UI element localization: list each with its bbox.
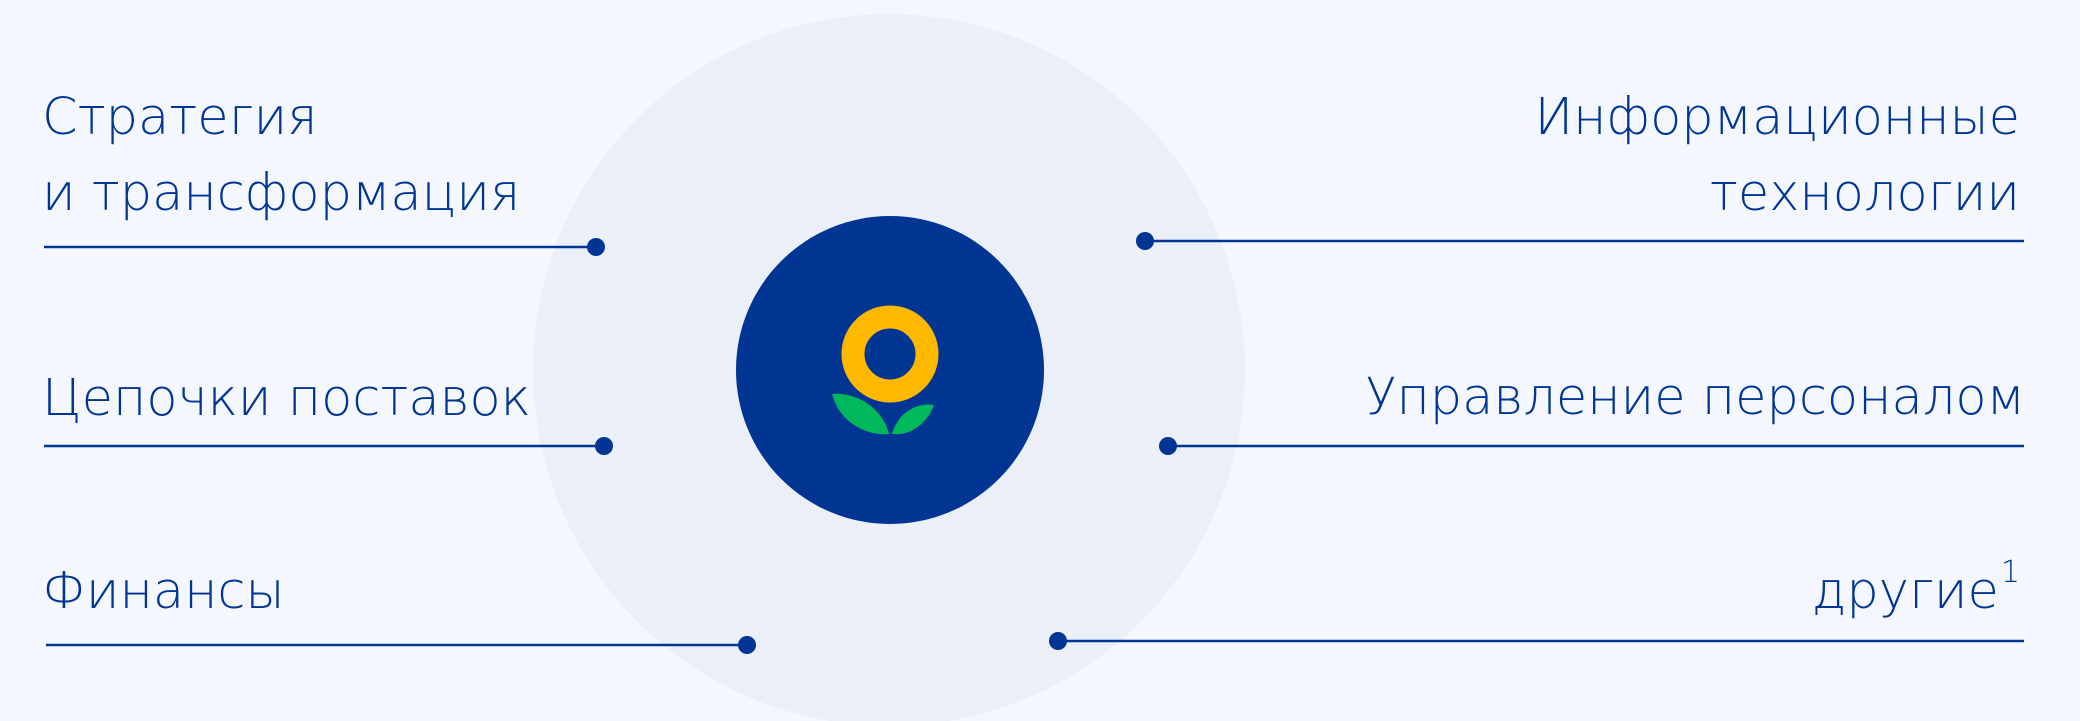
label-strategy-line-1: Стратегия [42, 88, 318, 147]
node-dot-it [1136, 232, 1154, 250]
label-hr: Управление персоналом [1365, 368, 2025, 427]
label-strategy: Стратегия и трансформация [42, 80, 520, 232]
label-strategy-line-2: и трансформация [42, 164, 521, 223]
label-finance: Финансы [42, 562, 285, 621]
label-it-line-1: Информационные [1534, 88, 2020, 147]
footnote-marker: 1 [2000, 555, 2020, 590]
label-other: другие1 [1812, 554, 2020, 630]
label-it-line-2: технологии [1709, 164, 2020, 223]
node-dot-other [1049, 632, 1067, 650]
diagram: Стратегия и трансформация Цепочки постав… [0, 0, 2080, 721]
flower-logo-icon [832, 305, 939, 435]
node-dot-strategy [587, 238, 605, 256]
node-dot-finance [738, 636, 756, 654]
node-dot-supply-chain [595, 437, 613, 455]
label-supply-chain: Цепочки поставок [42, 369, 531, 428]
label-it: Информационные технологии [1535, 80, 2020, 232]
label-other-text: другие [1811, 562, 1999, 621]
node-dot-hr [1159, 437, 1177, 455]
center-logo-disc [736, 216, 1044, 524]
